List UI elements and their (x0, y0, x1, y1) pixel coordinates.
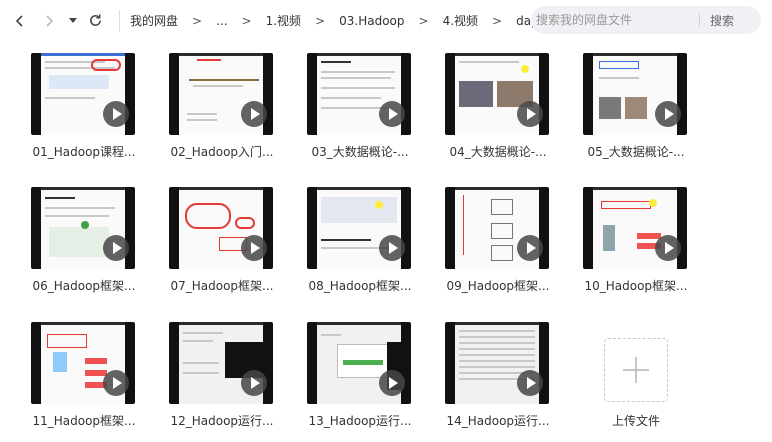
file-item-video[interactable]: 01_Hadoop课程... (22, 53, 142, 173)
file-name: 02_Hadoop入门... (170, 145, 274, 159)
play-icon (103, 370, 129, 396)
file-name: 05_大数据概论-... (587, 145, 685, 159)
breadcrumb-separator-icon: > (192, 13, 203, 28)
chevron-left-icon (15, 14, 23, 27)
file-item-video[interactable]: 02_Hadoop入门... (160, 53, 280, 173)
video-thumbnail (31, 322, 135, 404)
play-icon (241, 235, 267, 261)
upload-label: 上传文件 (611, 414, 660, 428)
upload-button[interactable] (604, 338, 668, 402)
video-thumbnail (307, 322, 411, 404)
video-thumbnail (583, 187, 687, 269)
breadcrumb-item-root[interactable]: 我的网盘 (128, 12, 180, 29)
toolbar-divider (119, 9, 120, 32)
search-box: 搜索 (531, 6, 761, 34)
file-name: 14_Hadoop运行... (446, 414, 550, 428)
upload-file-tile[interactable]: 上传文件 (574, 322, 694, 442)
breadcrumb-item-video-sub[interactable]: 4.视频 (441, 12, 480, 29)
breadcrumb-item-hadoop[interactable]: 03.Hadoop (337, 14, 406, 28)
file-name: 01_Hadoop课程... (32, 145, 136, 159)
file-name: 03_大数据概论-... (311, 145, 409, 159)
breadcrumb-separator-icon: > (241, 13, 252, 28)
play-icon (379, 370, 405, 396)
breadcrumb-item-ellipsis[interactable]: ... (214, 14, 229, 28)
file-name: 07_Hadoop框架... (170, 279, 274, 293)
play-icon (379, 235, 405, 261)
play-icon (103, 101, 129, 127)
file-item-video[interactable]: 14_Hadoop运行... (436, 322, 556, 442)
video-thumbnail (31, 187, 135, 269)
video-thumbnail (307, 53, 411, 135)
file-name: 13_Hadoop运行... (308, 414, 412, 428)
breadcrumb: 我的网盘 > ... > 1.视频 > 03.Hadoop > 4.视频 > d… (128, 12, 589, 29)
video-thumbnail (445, 322, 549, 404)
plus-icon (623, 357, 649, 383)
play-icon (241, 101, 267, 127)
video-thumbnail (583, 53, 687, 135)
file-item-video[interactable]: 07_Hadoop框架... (160, 187, 280, 307)
refresh-button[interactable] (82, 7, 109, 34)
video-thumbnail (169, 187, 273, 269)
play-icon (517, 370, 543, 396)
search-input[interactable] (531, 13, 699, 27)
play-icon (655, 235, 681, 261)
file-name: 09_Hadoop框架... (446, 279, 550, 293)
play-icon (241, 370, 267, 396)
video-thumbnail (445, 53, 549, 135)
file-item-video[interactable]: 10_Hadoop框架... (574, 187, 694, 307)
file-name: 08_Hadoop框架... (308, 279, 412, 293)
breadcrumb-separator-icon: > (315, 13, 326, 28)
video-thumbnail (307, 187, 411, 269)
file-item-video[interactable]: 11_Hadoop框架... (22, 322, 142, 442)
file-item-video[interactable]: 09_Hadoop框架... (436, 187, 556, 307)
caret-down-icon (69, 17, 77, 23)
file-item-video[interactable]: 13_Hadoop运行... (298, 322, 418, 442)
file-item-video[interactable]: 06_Hadoop框架... (22, 187, 142, 307)
play-icon (517, 101, 543, 127)
file-name: 04_大数据概论-... (449, 145, 547, 159)
chevron-right-icon (45, 14, 53, 27)
history-dropdown-button[interactable] (64, 7, 82, 34)
play-icon (517, 235, 543, 261)
file-name: 11_Hadoop框架... (32, 414, 136, 428)
play-icon (655, 101, 681, 127)
search-button[interactable]: 搜索 (700, 12, 734, 29)
file-name: 06_Hadoop框架... (32, 279, 136, 293)
video-thumbnail (169, 53, 273, 135)
video-thumbnail (169, 322, 273, 404)
forward-button[interactable] (35, 7, 62, 34)
breadcrumb-separator-icon: > (418, 13, 429, 28)
breadcrumb-separator-icon: > (492, 13, 503, 28)
breadcrumb-item-video[interactable]: 1.视频 (264, 12, 303, 29)
video-thumbnail (31, 53, 135, 135)
play-icon (103, 235, 129, 261)
file-item-video[interactable]: 08_Hadoop框架... (298, 187, 418, 307)
file-item-video[interactable]: 03_大数据概论-... (298, 53, 418, 173)
refresh-icon (90, 14, 101, 26)
toolbar: 我的网盘 > ... > 1.视频 > 03.Hadoop > 4.视频 > d… (0, 0, 772, 41)
file-item-video[interactable]: 12_Hadoop运行... (160, 322, 280, 442)
back-button[interactable] (6, 7, 33, 34)
file-item-video[interactable]: 04_大数据概论-... (436, 53, 556, 173)
file-name: 10_Hadoop框架... (584, 279, 688, 293)
file-name: 12_Hadoop运行... (170, 414, 274, 428)
file-item-video[interactable]: 05_大数据概论-... (574, 53, 694, 173)
video-thumbnail (445, 187, 549, 269)
play-icon (379, 101, 405, 127)
